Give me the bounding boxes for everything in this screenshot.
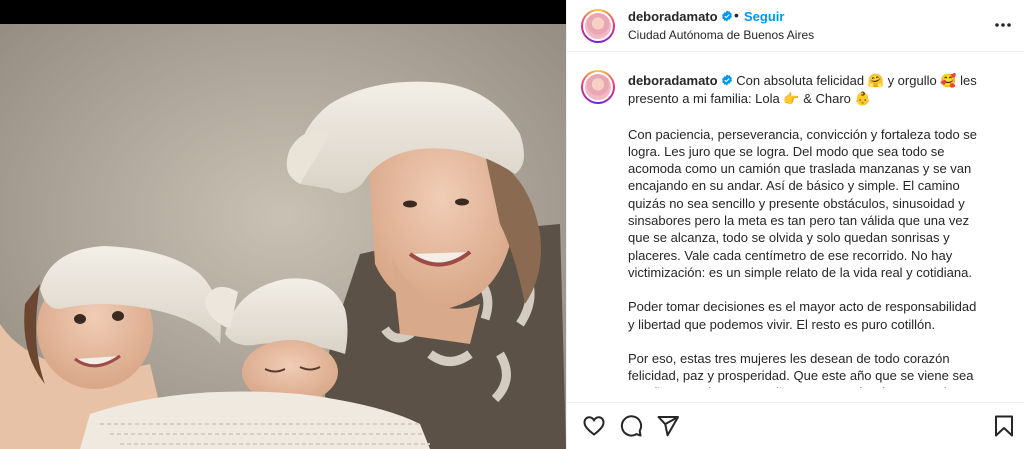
- comment-bubble-icon[interactable]: [619, 414, 643, 438]
- pointing-emoji: 👉: [783, 92, 800, 108]
- header-separator-dot: •: [734, 7, 739, 23]
- caption-intro-text-2: y orgullo: [887, 73, 937, 88]
- caption-intro: deboradamato Con absoluta felicidad 🤗 y …: [628, 72, 980, 109]
- heart-icon[interactable]: [582, 414, 606, 438]
- post-photo[interactable]: [0, 24, 566, 449]
- caption-scroll-cutoff: [628, 388, 998, 402]
- caption-author-avatar[interactable]: [581, 70, 615, 104]
- author-username-text[interactable]: deboradamato: [628, 9, 718, 24]
- post-header: deboradamato • Seguir Ciudad Autónoma de…: [567, 0, 1024, 52]
- caption-username[interactable]: deboradamato: [628, 73, 718, 88]
- photo-top-strip: [0, 0, 566, 24]
- caption-paragraph-2: Poder tomar decisiones es el mayor acto …: [628, 299, 977, 332]
- hugging-emoji: 🤗: [867, 74, 884, 89]
- paper-plane-icon[interactable]: [656, 414, 680, 438]
- author-avatar-image: [583, 11, 613, 41]
- post-action-bar: [567, 402, 1024, 449]
- caption-intro-text-1: Con absoluta felicidad: [736, 73, 865, 88]
- post-location[interactable]: Ciudad Autónoma de Buenos Aires: [628, 28, 814, 42]
- smiling-hearts-emoji: 🥰: [940, 74, 957, 89]
- post-side-panel: deboradamato • Seguir Ciudad Autónoma de…: [566, 0, 1024, 449]
- caption-paragraph-1: Con paciencia, perseverancia, convicción…: [628, 126, 978, 280]
- follow-button[interactable]: Seguir: [744, 9, 784, 24]
- more-options-icon[interactable]: [993, 17, 1013, 33]
- caption: deboradamato Con absoluta felicidad 🤗 y …: [628, 72, 980, 436]
- verified-badge-icon: [721, 74, 732, 86]
- caption-author-avatar-image: [583, 72, 613, 102]
- verified-badge-icon: [721, 10, 732, 22]
- post-photo-panel: [0, 0, 566, 449]
- bookmark-icon[interactable]: [992, 414, 1016, 438]
- baby-emoji: 👶: [854, 92, 871, 108]
- author-username-header[interactable]: deboradamato: [628, 9, 733, 24]
- caption-intro-text-4: & Charo: [803, 91, 851, 107]
- author-avatar[interactable]: [581, 9, 615, 43]
